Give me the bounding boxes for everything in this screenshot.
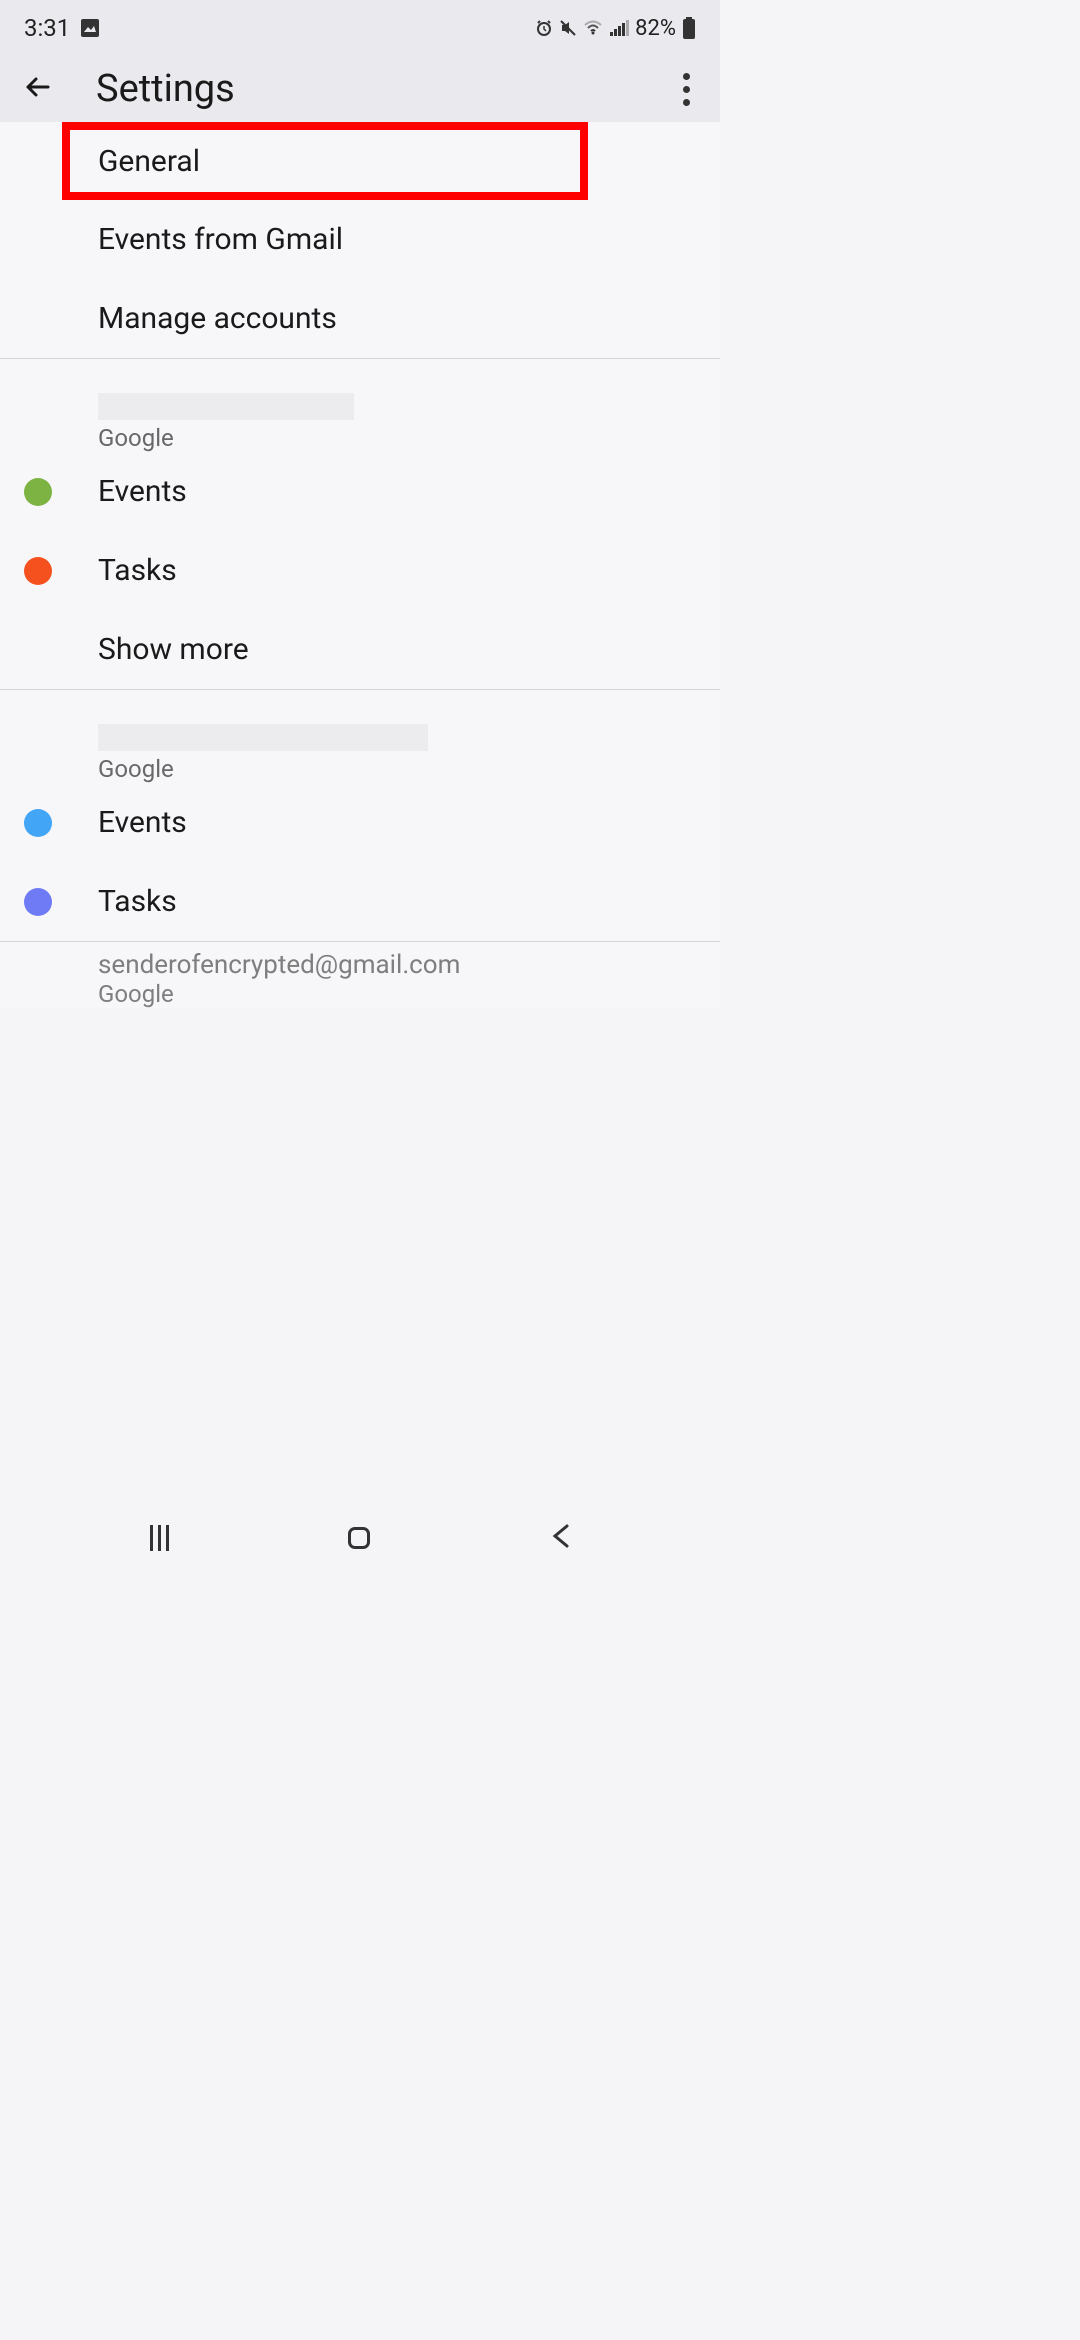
calendar-color-dot (24, 478, 52, 506)
status-time: 3:31 (24, 14, 70, 42)
nav-back-icon[interactable] (549, 1522, 571, 1554)
settings-item-events-gmail[interactable]: Events from Gmail (0, 200, 720, 279)
settings-item-manage-accounts[interactable]: Manage accounts (0, 279, 720, 358)
back-arrow-icon[interactable] (22, 71, 54, 107)
account-provider-label: Google (98, 755, 720, 783)
battery-icon (682, 17, 696, 39)
account-provider-partial: Google (0, 980, 720, 1008)
mute-icon (559, 19, 577, 37)
account-section-1: Google Events Tasks Show more (0, 359, 720, 690)
navigation-bar (0, 1516, 720, 1560)
wifi-icon (583, 20, 603, 36)
account-email-partial: senderofencrypted@gmail.com (0, 942, 720, 980)
calendar-item-tasks[interactable]: Tasks (0, 531, 720, 610)
nav-recent-icon[interactable] (150, 1525, 169, 1551)
calendar-item-label: Events (98, 474, 187, 509)
settings-item-label: Events from Gmail (98, 222, 343, 257)
redacted-email (98, 724, 428, 751)
alarm-icon (535, 19, 553, 37)
calendar-color-dot (24, 557, 52, 585)
top-section: General Events from Gmail Manage account… (0, 122, 720, 359)
calendar-item-events[interactable]: Events (0, 783, 720, 862)
calendar-color-dot (24, 888, 52, 916)
calendar-item-label: Tasks (98, 884, 177, 919)
status-right: 82% (535, 16, 696, 41)
account-section-2: Google Events Tasks (0, 690, 720, 942)
calendar-color-dot (24, 809, 52, 837)
redacted-email (98, 393, 354, 420)
calendar-item-label: Events (98, 805, 187, 840)
status-left: 3:31 (24, 14, 100, 42)
account-provider-label: Google (98, 424, 720, 452)
more-icon[interactable] (675, 65, 698, 114)
content: General Events from Gmail Manage account… (0, 122, 720, 1008)
page-title: Settings (96, 67, 675, 111)
calendar-item-events[interactable]: Events (0, 452, 720, 531)
signal-icon (609, 20, 629, 36)
gallery-icon (80, 18, 100, 38)
battery-percent: 82% (635, 16, 676, 41)
app-bar: Settings (0, 56, 720, 122)
account-section-3-partial: senderofencrypted@gmail.com Google (0, 942, 720, 1008)
show-more-label: Show more (98, 632, 249, 667)
account-header: Google (0, 690, 720, 783)
settings-item-label: General (98, 144, 200, 179)
account-header: Google (0, 359, 720, 452)
settings-item-general[interactable]: General (70, 130, 580, 192)
highlight-annotation: General (62, 122, 588, 200)
show-more-button[interactable]: Show more (0, 610, 720, 689)
settings-item-label: Manage accounts (98, 301, 337, 336)
calendar-item-label: Tasks (98, 553, 177, 588)
status-bar: 3:31 82% (0, 0, 720, 56)
nav-home-icon[interactable] (348, 1527, 370, 1549)
calendar-item-tasks[interactable]: Tasks (0, 862, 720, 941)
